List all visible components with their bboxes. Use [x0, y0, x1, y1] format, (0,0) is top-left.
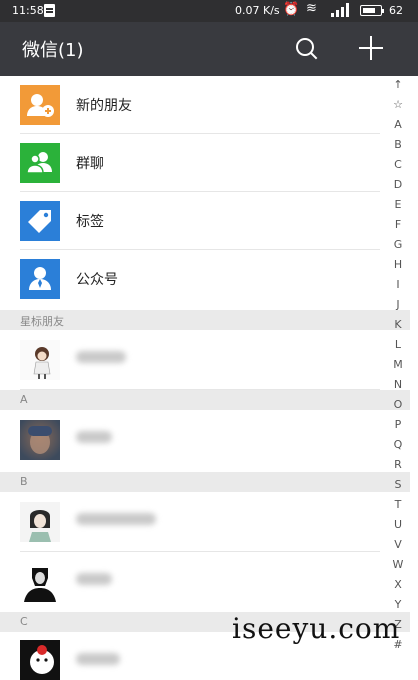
- contact-name-blurred: [76, 513, 156, 525]
- index-letter[interactable]: O: [386, 398, 410, 411]
- status-bar: 11:58 0.07 K/s ⏰ ≋ 62: [0, 0, 418, 22]
- battery-level: 62: [389, 4, 403, 17]
- official-accounts-item[interactable]: 公众号: [0, 250, 410, 308]
- index-letter[interactable]: ↑: [386, 78, 410, 91]
- contact-name-blurred: [76, 431, 112, 443]
- index-letter[interactable]: U: [386, 518, 410, 531]
- index-letter[interactable]: H: [386, 258, 410, 271]
- add-friend-icon: [20, 85, 60, 125]
- index-letter[interactable]: I: [386, 278, 410, 291]
- index-letter[interactable]: J: [386, 298, 410, 311]
- index-letter[interactable]: V: [386, 538, 410, 551]
- index-letter[interactable]: C: [386, 158, 410, 171]
- sim-card-icon: [44, 4, 55, 17]
- avatar: [20, 640, 60, 680]
- tag-icon: [20, 201, 60, 241]
- tags-label: 标签: [76, 214, 104, 230]
- group-chat-icon: [20, 143, 60, 183]
- index-letter[interactable]: A: [386, 118, 410, 131]
- index-letter[interactable]: S: [386, 478, 410, 491]
- contact-row[interactable]: [0, 330, 410, 390]
- index-letter[interactable]: D: [386, 178, 410, 191]
- wifi-icon: ≋: [306, 1, 317, 16]
- index-letter[interactable]: ☆: [386, 98, 410, 111]
- section-header-starred: 星标朋友: [0, 310, 410, 330]
- index-letter[interactable]: X: [386, 578, 410, 591]
- index-letter[interactable]: L: [386, 338, 410, 351]
- index-letter[interactable]: K: [386, 318, 410, 331]
- section-label: 星标朋友: [20, 315, 64, 328]
- page-title: 微信(1): [22, 40, 84, 61]
- watermark: iseeyu.com: [232, 612, 401, 645]
- index-letter[interactable]: F: [386, 218, 410, 231]
- contact-row[interactable]: [0, 492, 410, 552]
- signal-icon: [331, 3, 351, 17]
- tags-item[interactable]: 标签: [0, 192, 410, 250]
- group-chats-item[interactable]: 群聊: [0, 134, 410, 192]
- contact-name-blurred: [76, 573, 112, 585]
- contact-row[interactable]: [0, 552, 410, 612]
- index-letter[interactable]: R: [386, 458, 410, 471]
- battery-icon: [360, 5, 384, 16]
- avatar: [20, 562, 60, 602]
- section-label: C: [20, 615, 28, 628]
- contact-name-blurred: [76, 351, 126, 363]
- index-letter[interactable]: Y: [386, 598, 410, 611]
- index-letter[interactable]: G: [386, 238, 410, 251]
- avatar: [20, 420, 60, 460]
- contact-name-blurred: [76, 653, 120, 665]
- avatar: [20, 502, 60, 542]
- index-letter[interactable]: B: [386, 138, 410, 151]
- index-letter[interactable]: M: [386, 358, 410, 371]
- plus-icon[interactable]: [359, 36, 383, 60]
- new-friends-item[interactable]: 新的朋友: [0, 76, 410, 134]
- group-chats-label: 群聊: [76, 156, 104, 172]
- alarm-icon: ⏰: [283, 2, 300, 17]
- index-letter[interactable]: T: [386, 498, 410, 511]
- index-letter[interactable]: W: [386, 558, 410, 571]
- index-letter[interactable]: P: [386, 418, 410, 431]
- section-header-a: A: [0, 390, 410, 410]
- new-friends-label: 新的朋友: [76, 98, 132, 114]
- section-label: A: [20, 393, 28, 406]
- clock: 11:58: [12, 4, 44, 17]
- section-header-b: B: [0, 472, 410, 492]
- avatar: [20, 340, 60, 380]
- section-label: B: [20, 475, 28, 488]
- network-speed: 0.07 K/s: [235, 4, 280, 17]
- app-header: 微信(1): [0, 22, 418, 76]
- official-accounts-label: 公众号: [76, 272, 118, 288]
- index-letter[interactable]: E: [386, 198, 410, 211]
- official-account-icon: [20, 259, 60, 299]
- index-letter[interactable]: N: [386, 378, 410, 391]
- search-icon[interactable]: [294, 36, 320, 62]
- alphabet-index[interactable]: ↑ ☆ A B C D E F G H I J K L M N O P Q R S T U V W X Y Z #: [386, 76, 410, 659]
- contact-row[interactable]: [0, 410, 410, 472]
- index-letter[interactable]: Q: [386, 438, 410, 451]
